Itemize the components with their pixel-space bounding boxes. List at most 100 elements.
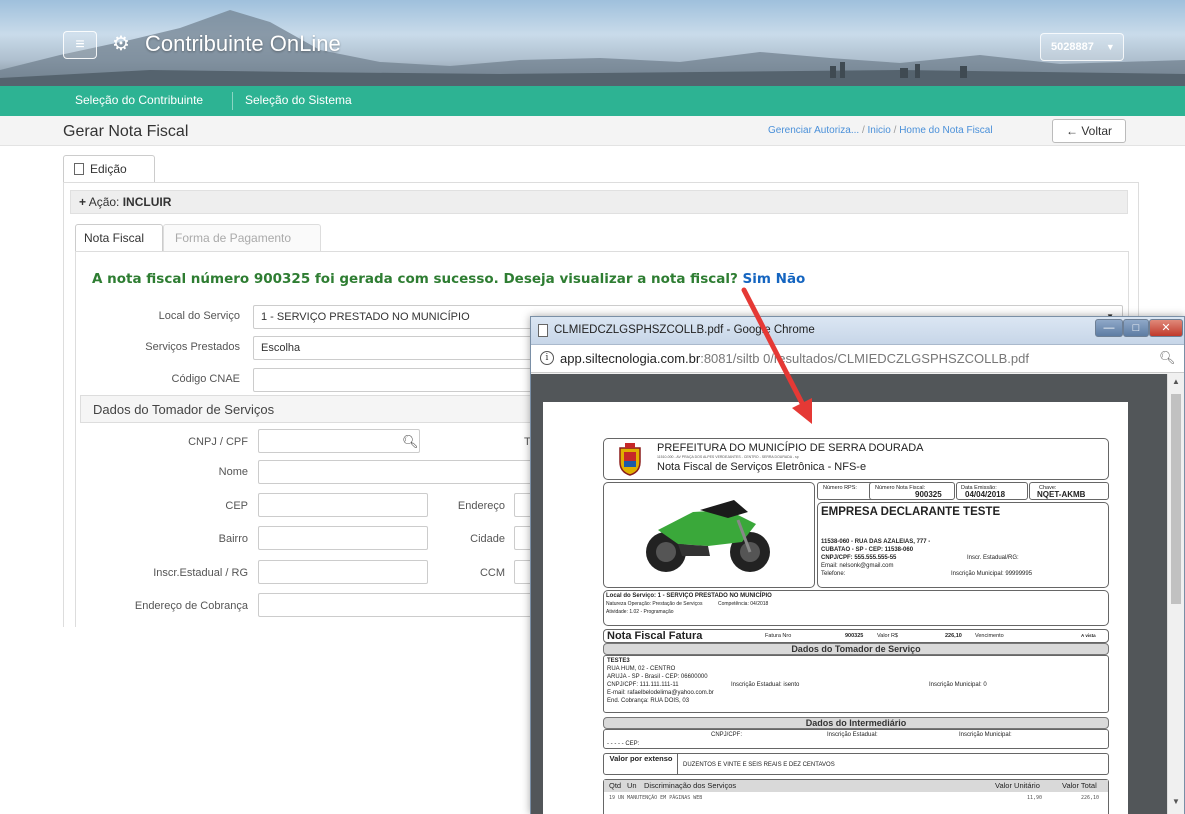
page-title-bar: Gerar Nota Fiscal Gerenciar Autoriza... … (0, 116, 1185, 146)
pdf-extenso-box (603, 753, 1109, 775)
pdf-tomador-rua: RUA HUM, 02 - CENTRO (607, 666, 676, 672)
sim-link[interactable]: Sim (743, 271, 771, 287)
pdf-fatura-nro: 900325 (845, 633, 864, 639)
pdf-local-servico: Local do Serviço: 1 - SERVIÇO PRESTADO N… (606, 593, 772, 599)
acao-prefix: Ação: (88, 195, 123, 209)
pdf-row-1: 19 UN MANUTENÇÃO EM PÁGINAS WEB (609, 795, 703, 801)
chevron-down-icon: ▼ (1105, 42, 1115, 52)
maximize-button[interactable]: □ (1123, 319, 1149, 337)
nav-item-selecao-contribuinte[interactable]: Seleção do Contribuinte (75, 86, 203, 116)
pdf-tomador-cobranca: End. Cobrança: RUA DOIS, 03 (607, 698, 690, 704)
search-icon[interactable]: 🔍︎ (402, 434, 419, 450)
nome-label: Nome (218, 466, 248, 478)
nav-divider (232, 92, 233, 110)
address-bar[interactable]: i app.siltecnologia.com.br:8081/siltb 0/… (531, 345, 1184, 373)
breadcrumb-inicio[interactable]: Inicio (868, 125, 891, 136)
popup-titlebar[interactable]: CLMIEDCZLGSPHSZCOLLB.pdf - Google Chrome… (531, 317, 1184, 345)
local-servico-label: Local do Serviço (158, 310, 240, 322)
pdf-empresa-end2: CUBATAO - SP - CEP: 11538-060 (821, 547, 914, 553)
pdf-empresa-cnpj: CNPJ/CPF: 555.555.555-55 (821, 555, 897, 561)
pdf-tomador-inscr-est: Inscrição Estadual: isento (731, 682, 800, 688)
endereco-cobranca-input[interactable] (258, 593, 538, 617)
pdf-fatura-title: Nota Fiscal Fatura (607, 630, 703, 642)
minimize-button[interactable]: — (1095, 319, 1123, 337)
top-nav: Seleção do Contribuinte Seleção do Siste… (0, 86, 1185, 116)
pdf-intermediario-title: Dados do Intermediário (603, 717, 1109, 729)
cnpj-cpf-input[interactable] (258, 429, 420, 453)
breadcrumb-gerenciar[interactable]: Gerenciar Autoriza... (768, 125, 859, 136)
close-button[interactable]: ✕ (1149, 319, 1183, 337)
codigo-cnae-input[interactable] (253, 368, 553, 392)
success-message: A nota fiscal número 900325 foi gerada c… (92, 271, 805, 287)
pdf-empresa-email: Email: nelsonk@gmail.com (821, 563, 894, 569)
scrollbar[interactable]: ▲ ▼ (1167, 374, 1184, 814)
pdf-competencia: Competência: 04/2018 (718, 601, 769, 607)
menu-toggle-button[interactable]: ≡ (63, 31, 97, 59)
user-menu-button[interactable]: 5028887 ▼ (1040, 33, 1124, 61)
nome-input[interactable] (258, 460, 538, 484)
pdf-empresa-name: EMPRESA DECLARANTE TESTE (821, 506, 1001, 518)
cnpj-cpf-label: CNPJ / CPF (188, 436, 248, 448)
nav-item-selecao-sistema[interactable]: Seleção do Sistema (245, 86, 352, 116)
pdf-row-1-vu: 11,90 (1027, 795, 1043, 801)
info-icon[interactable]: i (540, 351, 554, 365)
scrollbar-thumb[interactable] (1171, 394, 1181, 604)
pdf-nf-number: 900325 (915, 490, 942, 499)
pdf-interm-inscr-est: Inscrição Estadual: (827, 732, 878, 738)
bairro-input[interactable] (258, 526, 428, 550)
pdf-page: PREFEITURA DO MUNICÍPIO DE SERRA DOURADA… (543, 402, 1128, 814)
pdf-interm-inscr-mun: Inscrição Municipal: (959, 732, 1012, 738)
pdf-tomador-title: Dados do Tomador de Serviço (603, 643, 1109, 655)
popup-title: CLMIEDCZLGSPHSZCOLLB.pdf - Google Chrome (554, 324, 815, 336)
pdf-row-1-vt: 226,10 (1081, 795, 1100, 801)
inscr-estadual-input[interactable] (258, 560, 428, 584)
document-icon (74, 163, 84, 175)
tab-edicao[interactable]: Edição (63, 155, 155, 182)
pdf-extenso-label: Valor por extenso (609, 754, 673, 763)
pdf-empresa-end1: 11538-060 - RUA DAS AZALEIAS, 777 - (821, 539, 931, 545)
breadcrumb: Gerenciar Autoriza... / Inicio / Home do… (768, 125, 993, 136)
tab-nota-fiscal[interactable]: Nota Fiscal (75, 224, 163, 251)
pdf-valor-label: Valor R$ (877, 633, 898, 639)
pdf-nfse-title: Nota Fiscal de Serviços Eletrônica - NFS… (657, 461, 867, 473)
zoom-icon[interactable]: 🔍︎ (1159, 350, 1176, 366)
ccm-label: CCM (479, 567, 505, 579)
inscr-estadual-label: Inscr.Estadual / RG (153, 567, 248, 579)
back-button[interactable]: ← Voltar (1052, 119, 1126, 143)
pdf-col-qtd: Qtd (609, 781, 622, 790)
servicos-prestados-label: Serviços Prestados (145, 341, 240, 353)
cep-input[interactable] (258, 493, 428, 517)
brand-title: Contribuinte OnLine (145, 31, 341, 56)
scroll-up-icon[interactable]: ▲ (1172, 377, 1180, 386)
codigo-cnae-label: Código CNAE (171, 373, 240, 385)
acao-bar: + Ação: INCLUIR (70, 190, 1128, 214)
nao-link[interactable]: Não (776, 271, 806, 287)
cidade-label: Cidade (470, 533, 505, 545)
breadcrumb-home-nota-fiscal[interactable]: Home do Nota Fiscal (899, 125, 992, 136)
pdf-atividade: Atividade: 1.02 - Programação (606, 609, 674, 615)
pdf-col-valor-unitario: Valor Unitário (995, 781, 1040, 790)
scroll-down-icon[interactable]: ▼ (1172, 797, 1180, 806)
local-servico-value: 1 - SERVIÇO PRESTADO NO MUNICÍPIO (261, 311, 470, 323)
user-id: 5028887 (1051, 41, 1094, 53)
url-path: :8081/siltb 0/resultados/CLMIEDCZLGSPHSZ… (700, 351, 1029, 366)
cep-label: CEP (225, 500, 248, 512)
pdf-col-valor-total: Valor Total (1062, 781, 1097, 790)
pdf-empresa-munic: Inscrição Municipal: 99999995 (951, 571, 1033, 577)
pdf-vencimento: A vista (1081, 633, 1096, 638)
url-text[interactable]: app.siltecnologia.com.br:8081/siltb 0/re… (560, 351, 1029, 366)
back-label: Voltar (1081, 124, 1113, 138)
tab-forma-pagamento[interactable]: Forma de Pagamento (163, 224, 321, 251)
pdf-empresa-tel: Telefone: (821, 571, 846, 577)
bairro-label: Bairro (218, 533, 248, 545)
servicos-prestados-select[interactable]: Escolha (253, 336, 553, 360)
pdf-col-un: Un (627, 781, 637, 790)
page-title: Gerar Nota Fiscal (63, 123, 189, 140)
pdf-tomador-cnpj: CNPJ/CPF: 111.111.111-11 (607, 682, 679, 688)
hamburger-icon: ≡ (75, 36, 85, 53)
pdf-tomador-inscr-mun: Inscrição Municipal: 0 (929, 682, 987, 688)
pdf-data-value: 04/04/2018 (965, 490, 1006, 499)
pdf-empresa-inscr: Inscr. Estadual/RG: (967, 555, 1019, 561)
endereco-label: Endereço (457, 500, 505, 512)
pdf-vencimento-label: Vencimento (975, 633, 1004, 639)
